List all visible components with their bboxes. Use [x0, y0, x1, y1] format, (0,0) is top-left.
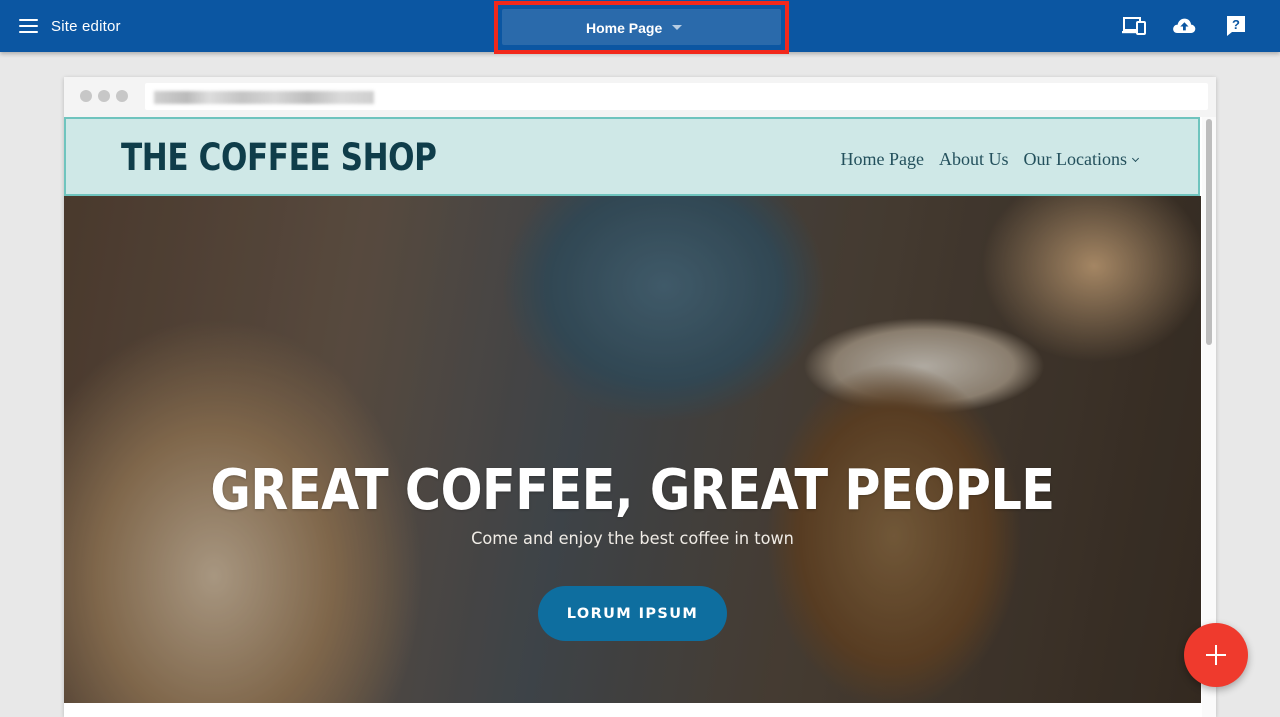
window-dot-icon	[116, 90, 128, 102]
site-logo[interactable]: THE COFFEE SHOP	[121, 136, 437, 179]
app-title: Site editor	[51, 18, 121, 35]
devices-icon[interactable]	[1121, 14, 1147, 38]
site-nav: Home Page About Us Our Locations	[841, 149, 1140, 170]
nav-about-us[interactable]: About Us	[939, 149, 1009, 170]
window-dot-icon	[80, 90, 92, 102]
scrollbar-thumb[interactable]	[1206, 119, 1212, 345]
hero-subtitle[interactable]: Come and enjoy the best coffee in town	[92, 529, 1172, 549]
site-header[interactable]: THE COFFEE SHOP Home Page About Us Our L…	[64, 117, 1200, 196]
page-selector-label: Home Page	[586, 20, 663, 36]
cloud-upload-icon[interactable]	[1171, 14, 1197, 38]
nav-our-locations-label: Our Locations	[1023, 149, 1127, 169]
help-icon[interactable]: ?	[1223, 14, 1249, 38]
page-selector-dropdown[interactable]: Home Page	[502, 9, 781, 45]
add-button[interactable]	[1184, 623, 1248, 687]
window-dot-icon	[98, 90, 110, 102]
hamburger-menu-icon[interactable]	[19, 17, 38, 33]
nav-our-locations[interactable]: Our Locations	[1023, 149, 1140, 170]
chevron-down-icon	[1131, 154, 1140, 163]
caret-down-icon	[672, 25, 682, 30]
editor-toolbar: Site editor Home Page ?	[0, 0, 1280, 54]
site-preview-frame: THE COFFEE SHOP Home Page About Us Our L…	[64, 77, 1216, 717]
hero-content: GREAT COFFEE, GREAT PEOPLE Come and enjo…	[64, 196, 1201, 703]
hero-title[interactable]: GREAT COFFEE, GREAT PEOPLE	[132, 458, 1133, 523]
url-bar	[145, 83, 1208, 110]
blurred-url	[154, 91, 374, 104]
hero-cta-button[interactable]: LORUM IPSUM	[538, 586, 727, 641]
hero-section[interactable]: GREAT COFFEE, GREAT PEOPLE Come and enjo…	[64, 196, 1201, 703]
browser-chrome	[64, 77, 1216, 117]
plus-icon	[1206, 645, 1226, 665]
svg-text:?: ?	[1232, 17, 1240, 32]
nav-home-page[interactable]: Home Page	[841, 149, 924, 170]
